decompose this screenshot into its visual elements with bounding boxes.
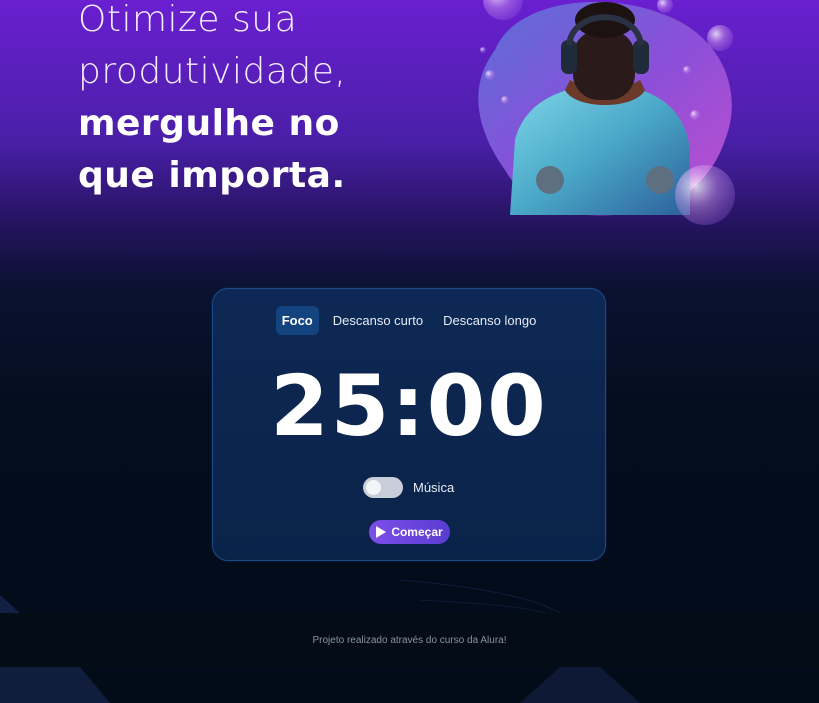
footer-text: Projeto realizado através do curso da Al… (312, 634, 507, 646)
timer-tabs: Foco Descanso curto Descanso longo (213, 306, 605, 335)
tab-short-break[interactable]: Descanso curto (327, 306, 429, 335)
hero-line-4: que importa. (78, 155, 346, 196)
hero-illustration (478, 0, 735, 225)
timer-display: 25:00 (270, 357, 548, 455)
hero-line-3: mergulhe no (78, 103, 340, 144)
start-button-label: Começar (391, 525, 443, 539)
music-label: Música (413, 480, 455, 495)
play-icon (376, 526, 387, 538)
tab-focus[interactable]: Foco (275, 306, 319, 335)
timer-card: Foco Descanso curto Descanso longo 25:00… (212, 288, 606, 561)
music-row: Música (363, 477, 454, 498)
music-toggle[interactable] (363, 477, 403, 498)
hero-line-1: Otimize sua (78, 0, 298, 40)
tab-long-break[interactable]: Descanso longo (437, 306, 542, 335)
footer: Projeto realizado através do curso da Al… (0, 613, 819, 667)
toggle-knob-icon (366, 480, 381, 495)
hero-line-2: produtividade, (78, 51, 347, 92)
start-button[interactable]: Começar (369, 520, 450, 544)
hero-headline: Otimize sua produtividade, mergulhe no q… (78, 0, 438, 202)
